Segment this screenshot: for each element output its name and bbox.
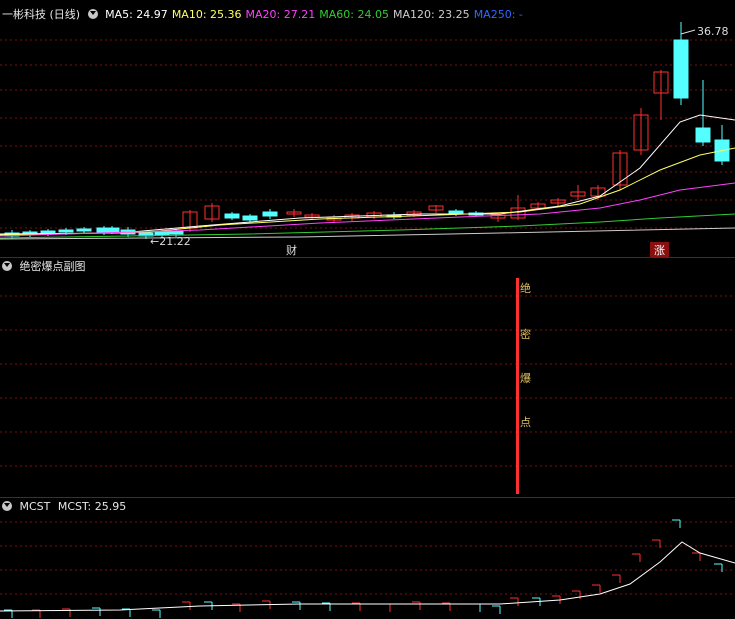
- candle-body: [104, 227, 120, 233]
- low-price-label: ←21.22: [150, 235, 191, 248]
- finance-marker[interactable]: 财: [286, 242, 297, 258]
- main-chart-panel[interactable]: 一彬科技 (日线) MA5: 24.97 MA10: 25.36 MA20: 27.…: [0, 0, 735, 258]
- mcst-line: [0, 541, 735, 612]
- candle-body: [242, 215, 258, 221]
- candle-body: [695, 127, 711, 143]
- high-price-label: 36.78: [697, 25, 729, 38]
- limit-up-marker[interactable]: 涨: [650, 242, 669, 258]
- candle-body: [673, 39, 689, 99]
- candle-body: [76, 228, 92, 232]
- ma-line: [0, 147, 735, 236]
- signal-char: 点: [520, 416, 531, 429]
- candle-body: [224, 213, 240, 219]
- sub-chart-1[interactable]: 绝密爆点副图 绝 密 爆 点: [0, 258, 735, 498]
- signal-chart[interactable]: [0, 258, 735, 498]
- candlestick-chart[interactable]: [0, 0, 735, 258]
- sub-chart-2[interactable]: MCST MCST: 25.95: [0, 498, 735, 619]
- candle-body: [40, 230, 56, 234]
- signal-char: 密: [520, 328, 531, 341]
- ma-line: [0, 114, 735, 235]
- candle-body: [58, 229, 74, 233]
- signal-bar: [516, 278, 519, 494]
- signal-char: 爆: [520, 372, 531, 385]
- candle-body: [262, 211, 278, 217]
- candle-body: [168, 230, 184, 235]
- high-pointer: [680, 29, 696, 35]
- signal-char: 绝: [520, 282, 531, 295]
- mcst-chart[interactable]: [0, 498, 735, 619]
